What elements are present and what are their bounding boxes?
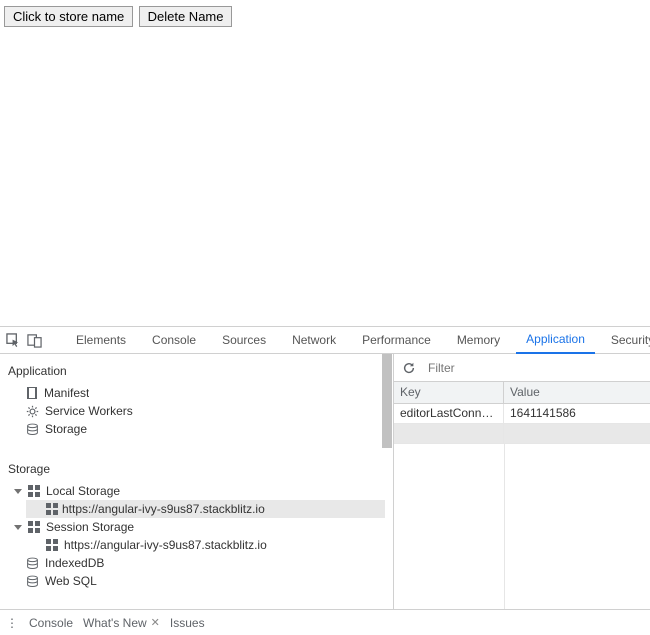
table-row[interactable]: editorLastConnec... 1641141586 bbox=[394, 404, 650, 424]
scrollbar-thumb[interactable] bbox=[382, 354, 392, 448]
sidebar-item-label: IndexedDB bbox=[45, 556, 104, 570]
application-sidebar: Application Manifest Service Workers bbox=[0, 354, 394, 609]
column-header-key[interactable]: Key bbox=[394, 382, 504, 403]
chevron-down-icon bbox=[14, 489, 22, 494]
devtools-drawer: ⋮ Console What's New ✕ Issues bbox=[0, 609, 650, 635]
sidebar-scrollbar[interactable] bbox=[381, 354, 393, 609]
tab-network[interactable]: Network bbox=[282, 326, 346, 354]
sidebar-item-label: Web SQL bbox=[45, 574, 97, 588]
drawer-menu-icon[interactable]: ⋮ bbox=[6, 616, 19, 630]
sidebar-item-local-storage-origin[interactable]: https://angular-ivy-s9us87.stackblitz.io bbox=[26, 500, 385, 518]
cell-value: 1641141586 bbox=[504, 404, 650, 423]
gear-icon bbox=[26, 405, 39, 418]
drawer-tab-issues[interactable]: Issues bbox=[170, 616, 205, 630]
tab-application[interactable]: Application bbox=[516, 326, 595, 354]
sidebar-item-websql[interactable]: Web SQL bbox=[6, 572, 393, 590]
inspect-element-icon[interactable] bbox=[6, 331, 21, 349]
sidebar-item-storage[interactable]: Storage bbox=[6, 420, 393, 438]
database-icon bbox=[26, 557, 39, 570]
filter-input[interactable] bbox=[426, 360, 644, 376]
drawer-tab-console[interactable]: Console bbox=[29, 616, 73, 630]
sidebar-item-session-storage[interactable]: Session Storage bbox=[6, 518, 393, 536]
sidebar-item-local-storage[interactable]: Local Storage bbox=[6, 482, 393, 500]
chevron-down-icon bbox=[14, 525, 22, 530]
refresh-icon[interactable] bbox=[400, 359, 418, 377]
sidebar-item-label: Service Workers bbox=[45, 404, 133, 418]
storage-main-panel: Key Value editorLastConnec... 1641141586 bbox=[394, 354, 650, 609]
tab-memory[interactable]: Memory bbox=[447, 326, 510, 354]
devtools-panels: Application Manifest Service Workers bbox=[0, 354, 650, 609]
tab-security[interactable]: Security bbox=[601, 326, 650, 354]
cell-key: editorLastConnec... bbox=[394, 404, 504, 423]
app-content: Click to store name Delete Name bbox=[0, 0, 650, 326]
section-storage-title: Storage bbox=[6, 458, 393, 482]
sidebar-item-label: Manifest bbox=[44, 386, 89, 400]
grid-icon bbox=[28, 521, 40, 533]
grid-icon bbox=[28, 485, 40, 497]
database-icon bbox=[26, 423, 39, 436]
tab-sources[interactable]: Sources bbox=[212, 326, 276, 354]
sidebar-item-service-workers[interactable]: Service Workers bbox=[6, 402, 393, 420]
sidebar-item-indexeddb[interactable]: IndexedDB bbox=[6, 554, 393, 572]
sidebar-item-session-storage-origin[interactable]: https://angular-ivy-s9us87.stackblitz.io bbox=[6, 536, 393, 554]
table-row-empty[interactable] bbox=[394, 424, 650, 444]
close-icon[interactable]: ✕ bbox=[151, 616, 160, 629]
sidebar-item-label: https://angular-ivy-s9us87.stackblitz.io bbox=[62, 502, 265, 516]
grid-icon bbox=[46, 503, 58, 515]
delete-name-button[interactable]: Delete Name bbox=[139, 6, 233, 27]
sidebar-item-manifest[interactable]: Manifest bbox=[6, 384, 393, 402]
manifest-icon bbox=[26, 386, 38, 400]
tab-console[interactable]: Console bbox=[142, 326, 206, 354]
database-icon bbox=[26, 575, 39, 588]
drawer-tab-label: What's New bbox=[83, 616, 147, 630]
device-toolbar-icon[interactable] bbox=[27, 331, 42, 349]
sidebar-item-label: Session Storage bbox=[46, 520, 134, 534]
sidebar-item-label: https://angular-ivy-s9us87.stackblitz.io bbox=[64, 538, 267, 552]
store-name-button[interactable]: Click to store name bbox=[4, 6, 133, 27]
table-empty-area bbox=[394, 444, 650, 609]
storage-toolbar bbox=[394, 354, 650, 382]
column-header-value[interactable]: Value bbox=[504, 382, 650, 403]
sidebar-item-label: Storage bbox=[45, 422, 87, 436]
tab-performance[interactable]: Performance bbox=[352, 326, 441, 354]
tab-elements[interactable]: Elements bbox=[66, 326, 136, 354]
storage-table-header: Key Value bbox=[394, 382, 650, 404]
sidebar-item-label: Local Storage bbox=[46, 484, 120, 498]
grid-icon bbox=[46, 539, 58, 551]
section-application-title: Application bbox=[6, 360, 393, 384]
devtools-toolbar: Elements Console Sources Network Perform… bbox=[0, 326, 650, 354]
drawer-tab-whats-new[interactable]: What's New ✕ bbox=[83, 616, 160, 630]
